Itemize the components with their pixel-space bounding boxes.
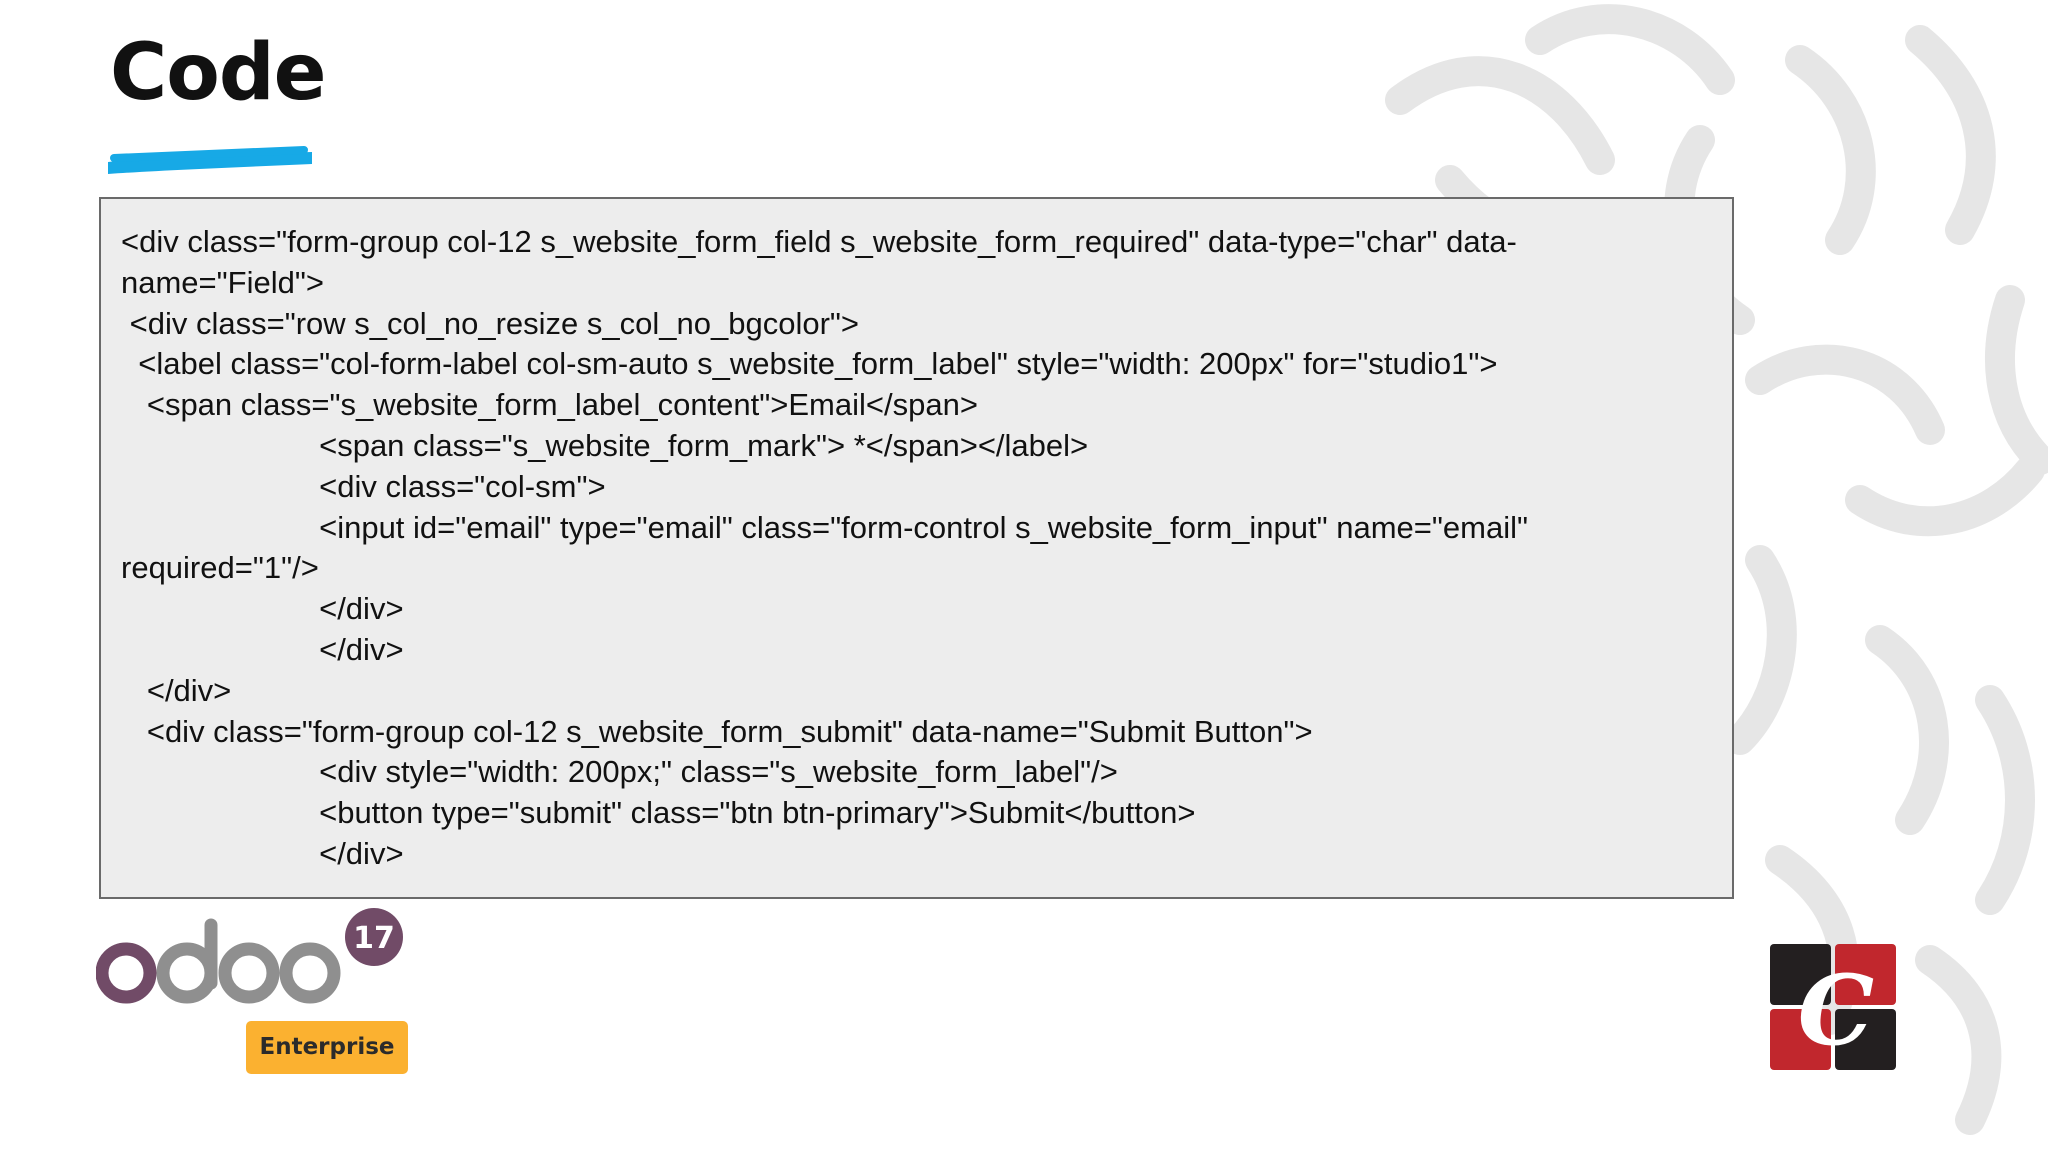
odoo-version-label: 17 bbox=[353, 921, 395, 956]
code-line: </div> bbox=[121, 631, 404, 667]
code-line: <div class="form-group col-12 s_website_… bbox=[121, 713, 1313, 749]
code-line: name="Field"> bbox=[121, 264, 324, 300]
code-line: <span class="s_website_form_mark"> *</sp… bbox=[121, 427, 1089, 463]
brand-logo-letter: C bbox=[1798, 954, 1874, 1067]
code-line: <span class="s_website_form_label_conten… bbox=[121, 387, 978, 423]
code-line: </div> bbox=[121, 672, 232, 708]
code-line: </div> bbox=[121, 591, 404, 627]
code-line: <div class="col-sm"> bbox=[121, 468, 606, 504]
code-line: required="1"/> bbox=[121, 550, 319, 586]
code-line: </div> bbox=[121, 835, 404, 871]
code-line: <button type="submit" class="btn btn-pri… bbox=[121, 795, 1196, 831]
code-line: <input id="email" type="email" class="fo… bbox=[121, 509, 1528, 545]
odoo-17-logo: 17 bbox=[96, 908, 403, 1004]
title-underline bbox=[108, 146, 312, 174]
code-line: <label class="col-form-label col-sm-auto… bbox=[121, 346, 1498, 382]
code-line: <div class="form-group col-12 s_website_… bbox=[121, 224, 1517, 259]
slide-title: Code bbox=[110, 28, 327, 118]
brand-logo-icon: C bbox=[1770, 944, 1896, 1070]
code-line: <div style="width: 200px;" class="s_webs… bbox=[121, 754, 1118, 790]
code-line: <div class="row s_col_no_resize s_col_no… bbox=[121, 305, 860, 341]
enterprise-badge: Enterprise bbox=[246, 1021, 408, 1074]
code-block: <div class="form-group col-12 s_website_… bbox=[99, 197, 1734, 899]
